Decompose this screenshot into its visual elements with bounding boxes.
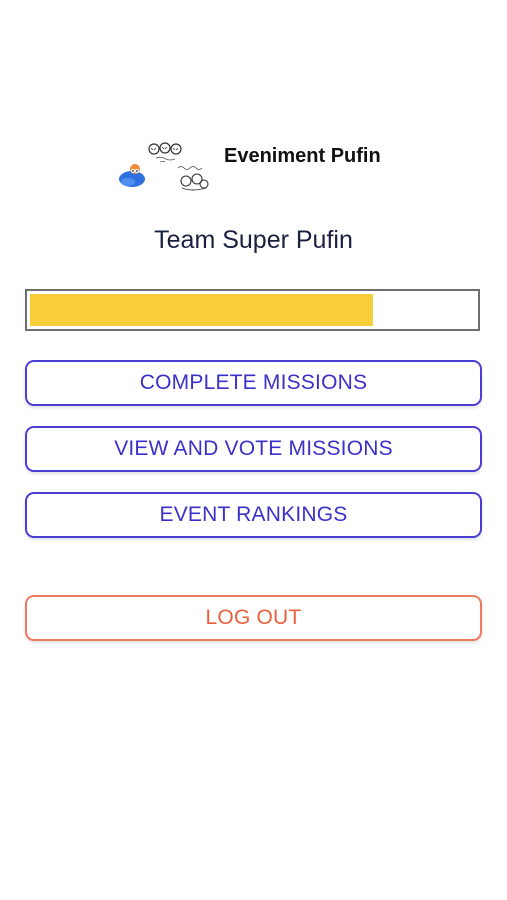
progress-fill	[30, 294, 373, 326]
team-progress-bar	[25, 289, 480, 331]
event-header: Eveniment Pufin	[0, 138, 507, 198]
event-rankings-button[interactable]: EVENT RANKINGS	[25, 492, 482, 538]
event-title: Eveniment Pufin	[224, 145, 381, 167]
view-and-vote-missions-button[interactable]: VIEW AND VOTE MISSIONS	[25, 426, 482, 472]
log-out-button[interactable]: LOG OUT	[25, 595, 482, 641]
complete-missions-button[interactable]: COMPLETE MISSIONS	[25, 360, 482, 406]
puffin-doodle-logo-icon	[119, 142, 209, 191]
team-name: Team Super Pufin	[154, 226, 353, 254]
